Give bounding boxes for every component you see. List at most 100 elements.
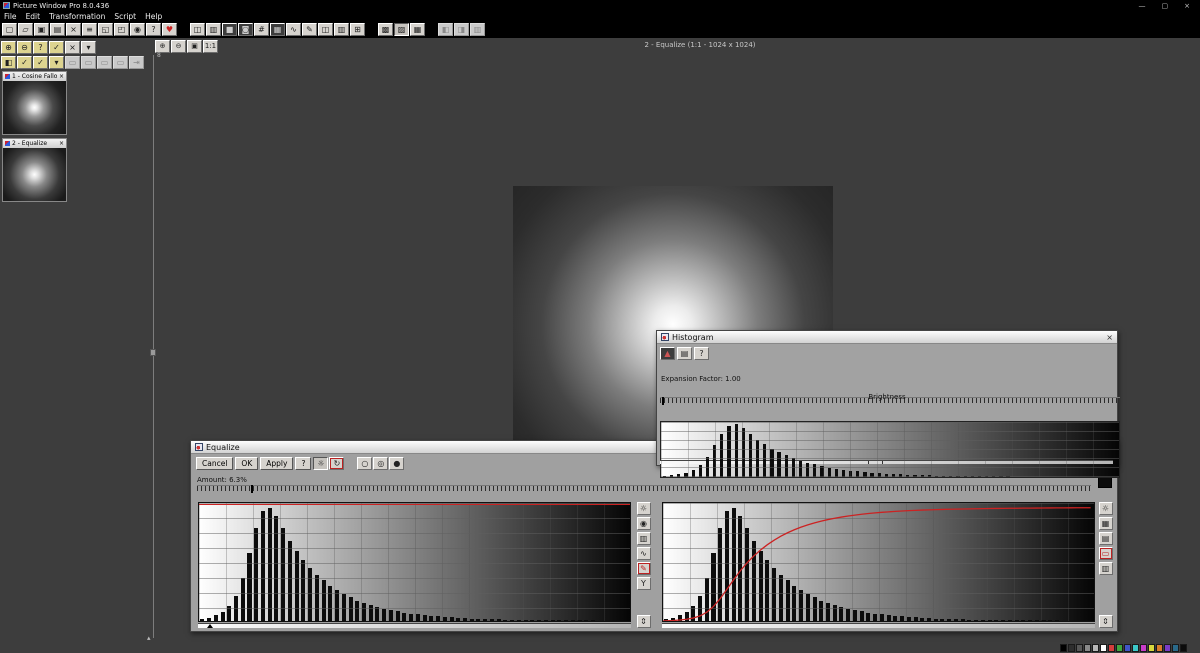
mask-button[interactable]: ◧ [1,56,16,69]
duplicate-button[interactable]: ◱ [98,23,113,36]
dither-coarse-button[interactable]: ▦ [410,23,425,36]
favorites-button[interactable]: ♥ [162,23,177,36]
help-button[interactable]: ? [295,457,311,470]
palette-swatch[interactable] [1124,644,1131,652]
new-image-button[interactable]: ▢ [2,23,17,36]
palette-swatch[interactable] [1156,644,1163,652]
splitter-handle[interactable] [150,349,156,356]
nav-first-button[interactable]: ◧ [438,23,453,36]
check-1-button[interactable]: ✓ [17,56,32,69]
input-expand-button[interactable]: ⇕ [637,615,651,628]
histogram-titlebar[interactable]: Histogram × [657,331,1117,344]
palette-swatch[interactable] [1116,644,1123,652]
image-thumbnail-cosine-falloff[interactable] [3,81,66,134]
grid-pane-button[interactable]: ⊞ [350,23,365,36]
probe-options-button[interactable]: ▾ [81,41,96,54]
minimize-button[interactable]: — [1139,2,1146,10]
output-grid-button[interactable]: ▦ [1099,517,1113,530]
panel-splitter[interactable] [153,55,154,638]
tool-d-button[interactable]: ▭ [113,56,128,69]
close-image-button[interactable]: × [66,23,81,36]
apply-button[interactable]: Apply [260,457,293,470]
pen-tool-button[interactable]: ✎ [302,23,317,36]
tool-a-button[interactable]: ▭ [65,56,80,69]
input-pen-button[interactable]: ✎ [637,562,651,575]
input-curve-button[interactable]: ∿ [637,547,651,560]
print-button[interactable]: ▤ [50,23,65,36]
amount-slider[interactable] [197,485,1091,491]
image-window-2-titlebar[interactable]: 2 - Equalize × [3,139,66,148]
proof-off-button[interactable]: ○ [357,457,372,470]
image-window-2[interactable]: 2 - Equalize × [2,138,67,202]
probe-zoom-in-button[interactable]: ⊕ [1,41,16,54]
probe-help-button[interactable]: ? [33,41,48,54]
palette-swatch[interactable] [1068,644,1075,652]
output-settings-button[interactable]: ☼ [1099,502,1113,515]
open-button[interactable]: ▱ [18,23,33,36]
image-list-button[interactable]: ≡ [82,23,97,36]
image-window-1-titlebar[interactable]: 1 - Cosine Falloff × [3,72,66,81]
hist-table-button[interactable]: ▤ [677,347,692,360]
close-icon[interactable]: × [59,140,64,147]
preview-b-button[interactable]: ◙ [238,23,253,36]
probe-cancel-button[interactable]: × [65,41,80,54]
palette-swatch[interactable] [1148,644,1155,652]
tool-b-button[interactable]: ▭ [81,56,96,69]
image-window-1[interactable]: 1 - Cosine Falloff × [2,71,67,135]
close-icon[interactable]: × [1106,333,1113,342]
camera-button[interactable]: ▦ [270,23,285,36]
proof-split-button[interactable]: ◎ [373,457,388,470]
gradient-tool-button[interactable]: ▥ [206,23,221,36]
zoom-1-1-button[interactable]: 1:1 [203,40,218,53]
menu-help[interactable]: Help [145,12,162,21]
probe-apply-button[interactable]: ✓ [49,41,64,54]
palette-swatch[interactable] [1132,644,1139,652]
palette-swatch[interactable] [1140,644,1147,652]
output-strip-button[interactable]: ▥ [1099,562,1113,575]
nav-prev-button[interactable]: ◨ [454,23,469,36]
palette-swatch[interactable] [1084,644,1091,652]
menu-file[interactable]: File [4,12,17,21]
zoom-out-button[interactable]: ⊖ [171,40,186,53]
close-icon[interactable]: × [59,73,64,80]
maximize-button[interactable]: ▢ [1162,2,1169,10]
palette-swatch[interactable] [1060,644,1067,652]
levels-button[interactable]: ∿ [286,23,301,36]
black-point-marker[interactable] [207,624,213,628]
dual-pane-button[interactable]: ◫ [318,23,333,36]
zoom-fit-button[interactable]: ▣ [187,40,202,53]
menu-transformation[interactable]: Transformation [49,12,105,21]
mini-dropdown-button[interactable]: ▾ [49,56,64,69]
cascade-windows-button[interactable]: ◰ [114,23,129,36]
output-range-button[interactable]: ▭ [1099,547,1113,560]
image-thumbnail-equalize[interactable] [3,148,66,201]
palette-swatch[interactable] [1172,644,1179,652]
close-button[interactable]: × [1184,2,1190,10]
menu-edit[interactable]: Edit [26,12,41,21]
eq-settings-button[interactable]: ☼ [313,457,328,470]
menu-script[interactable]: Script [114,12,136,21]
tool-c-button[interactable]: ▭ [97,56,112,69]
save-button[interactable]: ▣ [34,23,49,36]
preview-a-button[interactable]: ■ [222,23,237,36]
input-histogram-button[interactable]: ▥ [637,532,651,545]
input-settings-button[interactable]: ☼ [637,502,651,515]
nav-next-button[interactable]: ▥ [470,23,485,36]
hist-image-button[interactable]: ▲ [660,347,675,360]
palette-swatch[interactable] [1092,644,1099,652]
dither-fine-button[interactable]: ▩ [378,23,393,36]
input-readout-button[interactable]: ◉ [637,517,651,530]
palette-swatch[interactable] [1164,644,1171,652]
readout-button[interactable]: ◉ [130,23,145,36]
goto-end-button[interactable]: ⇥ [129,56,144,69]
proof-on-button[interactable]: ● [389,457,404,470]
split-view-button[interactable]: ◫ [190,23,205,36]
eq-auto-preview-button[interactable]: ↻ [329,457,344,470]
probe-zoom-out-button[interactable]: ⊖ [17,41,32,54]
ok-button[interactable]: OK [235,457,258,470]
hist-help-button[interactable]: ? [694,347,709,360]
amount-slider-pointer[interactable] [251,485,253,493]
cancel-button[interactable]: Cancel [196,457,233,470]
readout-123-button[interactable]: # [254,23,269,36]
palette-swatch[interactable] [1076,644,1083,652]
